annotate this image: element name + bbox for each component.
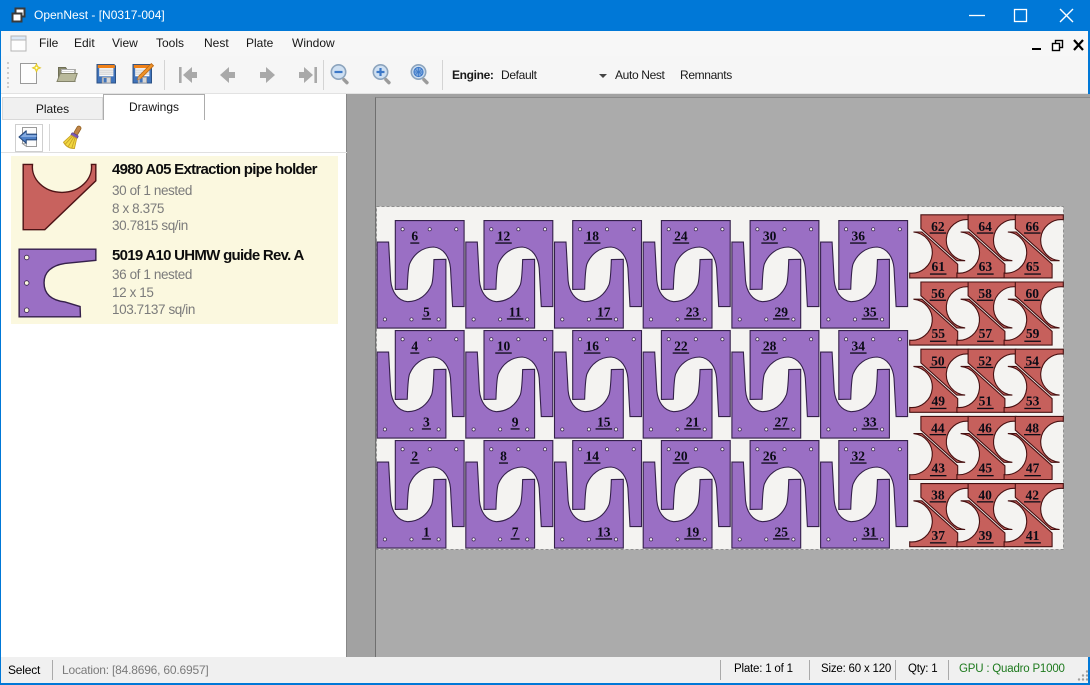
- svg-text:50: 50: [931, 353, 945, 368]
- svg-text:52: 52: [978, 353, 992, 368]
- svg-text:2: 2: [411, 449, 418, 464]
- svg-text:34: 34: [852, 339, 866, 354]
- svg-text:35: 35: [863, 305, 877, 320]
- svg-text:6: 6: [411, 229, 418, 244]
- svg-text:53: 53: [1026, 393, 1040, 408]
- svg-text:31: 31: [863, 525, 877, 540]
- svg-text:40: 40: [978, 488, 992, 503]
- svg-text:14: 14: [585, 449, 599, 464]
- svg-text:22: 22: [674, 339, 688, 354]
- svg-text:4: 4: [411, 339, 418, 354]
- svg-text:26: 26: [763, 449, 777, 464]
- svg-text:7: 7: [512, 525, 519, 540]
- svg-text:10: 10: [497, 339, 511, 354]
- svg-text:15: 15: [597, 415, 611, 430]
- svg-text:61: 61: [931, 259, 945, 274]
- svg-text:47: 47: [1026, 461, 1040, 476]
- svg-text:16: 16: [585, 339, 599, 354]
- svg-text:59: 59: [1026, 326, 1040, 341]
- svg-text:60: 60: [1026, 286, 1040, 301]
- svg-text:45: 45: [979, 461, 993, 476]
- svg-text:24: 24: [674, 229, 688, 244]
- svg-text:63: 63: [979, 259, 993, 274]
- svg-text:30: 30: [763, 229, 777, 244]
- svg-text:17: 17: [597, 305, 611, 320]
- svg-text:38: 38: [931, 488, 945, 503]
- svg-text:62: 62: [931, 219, 945, 234]
- svg-text:33: 33: [863, 415, 877, 430]
- svg-text:48: 48: [1026, 421, 1040, 436]
- svg-text:32: 32: [852, 449, 866, 464]
- svg-text:29: 29: [774, 305, 788, 320]
- svg-text:13: 13: [597, 525, 611, 540]
- svg-text:12: 12: [497, 229, 511, 244]
- svg-text:41: 41: [1026, 528, 1040, 543]
- svg-text:54: 54: [1026, 353, 1040, 368]
- svg-text:64: 64: [978, 219, 992, 234]
- svg-text:19: 19: [686, 525, 700, 540]
- svg-text:9: 9: [512, 415, 519, 430]
- svg-text:66: 66: [1026, 219, 1040, 234]
- svg-text:39: 39: [979, 528, 993, 543]
- svg-text:18: 18: [585, 229, 599, 244]
- svg-text:57: 57: [979, 326, 993, 341]
- svg-text:36: 36: [852, 229, 866, 244]
- svg-text:37: 37: [931, 528, 945, 543]
- svg-text:3: 3: [423, 415, 430, 430]
- svg-text:11: 11: [509, 305, 522, 320]
- svg-text:49: 49: [931, 393, 945, 408]
- svg-text:23: 23: [686, 305, 700, 320]
- svg-text:65: 65: [1026, 259, 1040, 274]
- svg-text:21: 21: [686, 415, 700, 430]
- svg-text:43: 43: [931, 461, 945, 476]
- svg-text:55: 55: [931, 326, 945, 341]
- svg-text:28: 28: [763, 339, 777, 354]
- svg-text:1: 1: [423, 525, 430, 540]
- svg-text:25: 25: [774, 525, 788, 540]
- svg-text:51: 51: [979, 393, 993, 408]
- svg-text:46: 46: [978, 421, 992, 436]
- svg-text:27: 27: [774, 415, 788, 430]
- svg-text:20: 20: [674, 449, 688, 464]
- svg-text:58: 58: [978, 286, 992, 301]
- svg-text:5: 5: [423, 305, 430, 320]
- svg-text:44: 44: [931, 421, 945, 436]
- svg-text:56: 56: [931, 286, 945, 301]
- svg-text:8: 8: [500, 449, 507, 464]
- svg-text:42: 42: [1026, 488, 1040, 503]
